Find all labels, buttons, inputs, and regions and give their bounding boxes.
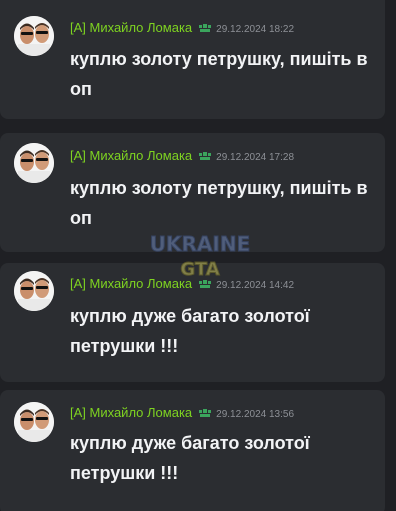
message-text: куплю дуже багато золотої петрушки !!! [70,306,310,356]
author-name[interactable]: [A] Михайло Ломака [70,405,192,420]
admin-badge-icon [198,274,212,288]
message-header: [A] Михайло Ломака 29.12.2024 14:42 [70,273,294,291]
admin-badge-icon [198,403,212,417]
message-header: [A] Михайло Ломака 29.12.2024 13:56 [70,402,294,420]
message-timestamp: 29.12.2024 17:28 [216,152,295,163]
author-name[interactable]: [A] Михайло Ломака [70,276,192,291]
avatar[interactable] [14,271,54,311]
author-name[interactable]: [A] Михайло Ломака [70,20,192,35]
message-card[interactable]: [A] Михайло Ломака 29.12.2024 13:56 купл… [0,390,385,511]
message-text: куплю золоту петрушку, пишіть в оп [70,49,368,99]
message-header: [A] Михайло Ломака 29.12.2024 18:22 [70,17,294,35]
message-timestamp: 29.12.2024 14:42 [216,280,295,291]
message-card[interactable]: [A] Михайло Ломака 29.12.2024 14:42 купл… [0,263,385,382]
message-text: куплю дуже багато золотої петрушки !!! [70,433,310,483]
message-timestamp: 29.12.2024 13:56 [216,409,295,420]
avatar[interactable] [14,16,54,56]
avatar[interactable] [14,402,54,442]
message-card[interactable]: [A] Михайло Ломака 29.12.2024 17:28 купл… [0,133,385,252]
message-text: куплю золоту петрушку, пишіть в оп [70,178,368,228]
message-feed: [A] Михайло Ломака 29.12.2024 18:22 купл… [0,0,396,511]
author-name[interactable]: [A] Михайло Ломака [70,148,192,163]
message-timestamp: 29.12.2024 18:22 [216,24,295,35]
avatar[interactable] [14,143,54,183]
message-header: [A] Михайло Ломака 29.12.2024 17:28 [70,145,294,163]
admin-badge-icon [198,18,212,32]
admin-badge-icon [198,146,212,160]
message-card[interactable]: [A] Михайло Ломака 29.12.2024 18:22 купл… [0,0,385,119]
